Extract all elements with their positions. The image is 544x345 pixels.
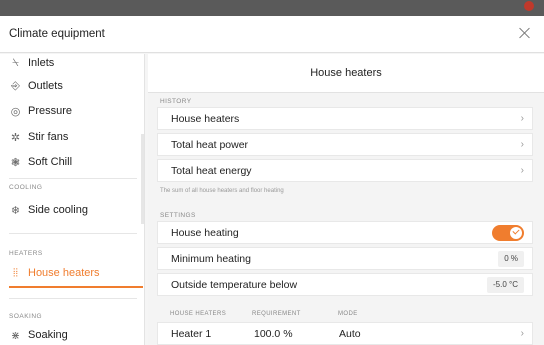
outlet-icon: ⎆ xyxy=(11,79,20,92)
history-row-total-heat-power[interactable]: Total heat power › xyxy=(157,133,533,156)
sidebar-item-label: Pressure xyxy=(28,105,73,117)
sidebar: ⍀ Inlets ⎆ Outlets ◎ Pressure ✲ Stir fan… xyxy=(0,54,145,345)
sidebar-item-label: Outlets xyxy=(28,80,63,92)
sidebar-divider xyxy=(9,298,137,299)
row-label: House heaters xyxy=(171,112,240,125)
page-title: House heaters xyxy=(148,54,544,93)
column-header-mode: MODE xyxy=(338,311,358,317)
setting-house-heating: House heating xyxy=(157,221,533,244)
heater-mode: Auto xyxy=(339,327,361,340)
sidebar-item-outlets[interactable]: ⎆ Outlets xyxy=(9,76,63,96)
sidebar-item-side-cooling[interactable]: ❄ Side cooling xyxy=(9,200,88,220)
heater-icon: ⦙⦙ xyxy=(13,266,18,279)
history-row-house-heaters[interactable]: House heaters › xyxy=(157,107,533,130)
side-cooling-icon: ❄ xyxy=(10,204,21,217)
setting-label: Minimum heating xyxy=(171,252,251,265)
row-label: Total heat energy xyxy=(171,164,252,177)
setting-label: House heating xyxy=(171,226,239,239)
fan-icon: ✲ xyxy=(10,131,21,144)
minimum-heating-value[interactable]: 0 % xyxy=(498,251,524,267)
setting-label: Outside temperature below xyxy=(171,278,298,291)
setting-outside-temperature: Outside temperature below -5.0 °C xyxy=(157,273,533,296)
soaking-icon: ⋇ xyxy=(10,329,21,342)
heater-requirement: 100.0 % xyxy=(254,327,293,340)
chevron-right-icon: › xyxy=(520,165,524,176)
section-label-history: HISTORY xyxy=(160,98,192,105)
chevron-right-icon: › xyxy=(520,113,524,124)
column-header-requirement: REQUIREMENT xyxy=(252,311,301,317)
sidebar-item-pressure[interactable]: ◎ Pressure xyxy=(9,101,72,121)
sidebar-item-label: Side cooling xyxy=(28,204,88,216)
soft-chill-icon: ❃ xyxy=(10,156,21,169)
check-icon xyxy=(510,227,522,239)
background-strip xyxy=(0,0,544,16)
sidebar-item-label: House heaters xyxy=(28,267,100,279)
house-heating-toggle[interactable] xyxy=(492,225,524,241)
section-label-heaters: HEATERS xyxy=(9,250,43,257)
sidebar-item-soft-chill[interactable]: ❃ Soft Chill xyxy=(9,152,72,172)
main-panel: House heaters HISTORY House heaters › To… xyxy=(148,54,544,345)
table-row[interactable]: Heater 1 100.0 % Auto › xyxy=(157,322,533,345)
sidebar-item-label: Inlets xyxy=(28,57,55,69)
outside-temperature-value[interactable]: -5.0 °C xyxy=(487,277,524,293)
sidebar-item-label: Soaking xyxy=(28,329,68,341)
sidebar-scrollbar[interactable] xyxy=(141,134,144,224)
dialog-titlebar: Climate equipment xyxy=(0,16,544,53)
history-row-total-heat-energy[interactable]: Total heat energy › xyxy=(157,159,533,182)
active-indicator xyxy=(9,286,143,288)
section-label-cooling: COOLING xyxy=(9,184,43,191)
section-label-soaking: SOAKING xyxy=(9,313,43,320)
chevron-right-icon: › xyxy=(520,328,524,339)
inlet-icon: ⍀ xyxy=(12,56,19,69)
chevron-right-icon: › xyxy=(520,139,524,150)
sidebar-item-soaking[interactable]: ⋇ Soaking xyxy=(9,325,68,345)
row-label: Total heat power xyxy=(171,138,249,151)
section-label-settings: SETTINGS xyxy=(160,212,196,219)
dialog-title: Climate equipment xyxy=(9,28,105,40)
sidebar-item-stir-fans[interactable]: ✲ Stir fans xyxy=(9,127,68,147)
history-note: The sum of all house heaters and floor h… xyxy=(160,188,284,194)
dialog-window: Climate equipment ⍀ Inlets ⎆ Outlets ◎ P… xyxy=(0,16,544,345)
heater-name: Heater 1 xyxy=(171,327,212,340)
sidebar-item-inlets[interactable]: ⍀ Inlets xyxy=(9,54,54,73)
sidebar-item-label: Soft Chill xyxy=(28,156,73,168)
sidebar-divider xyxy=(9,178,137,179)
pressure-icon: ◎ xyxy=(10,105,21,118)
column-header-house-heaters: HOUSE HEATERS xyxy=(170,311,227,317)
sidebar-item-label: Stir fans xyxy=(28,131,69,143)
setting-minimum-heating: Minimum heating 0 % xyxy=(157,247,533,270)
sidebar-item-house-heaters[interactable]: ⦙⦙ House heaters xyxy=(9,263,100,283)
status-dot xyxy=(524,1,534,11)
close-icon[interactable] xyxy=(518,26,532,40)
sidebar-divider xyxy=(9,233,137,234)
